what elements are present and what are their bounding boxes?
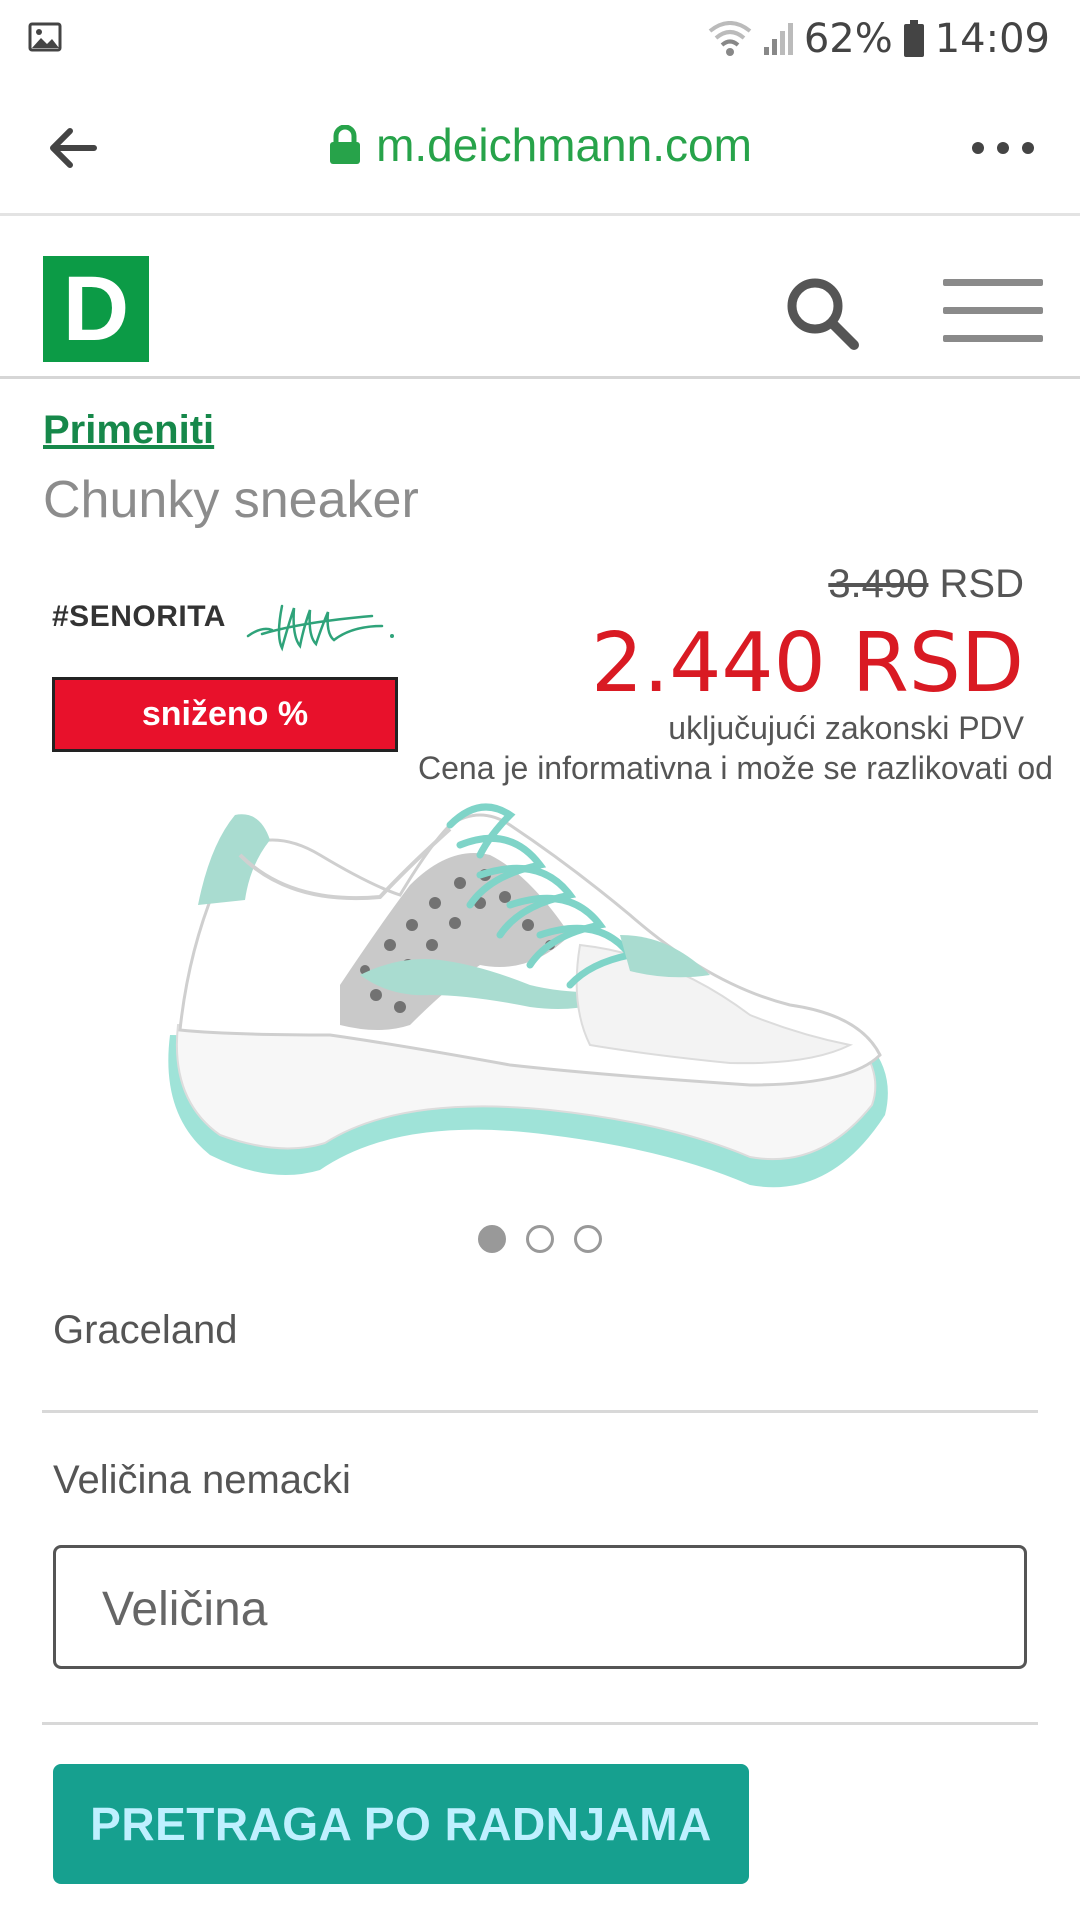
lock-icon (330, 125, 361, 164)
search-icon[interactable] (782, 273, 862, 353)
logo-letter: D (62, 258, 130, 360)
url-text: m.deichmann.com (376, 119, 752, 171)
menu-line (943, 335, 1043, 342)
deichmann-logo[interactable]: D (43, 256, 149, 362)
battery-icon (903, 20, 924, 57)
status-bar: 62% 14:09 (0, 0, 1080, 76)
battery-level: 62% (803, 16, 893, 62)
old-price-value: 3.490 (828, 562, 929, 606)
brand-mark: #SENORITA (52, 586, 402, 656)
divider (42, 1410, 1038, 1413)
image-icon (28, 22, 62, 52)
image-carousel-dots (478, 1225, 602, 1253)
new-price: 2.440 RSD (591, 616, 1024, 711)
carousel-dot[interactable] (574, 1225, 602, 1253)
signal-icon (763, 23, 793, 55)
product-image[interactable] (150, 785, 930, 1215)
price-info-note: Cena je informativna i može se razlikova… (418, 750, 1053, 786)
size-select-placeholder: Veličina (102, 1583, 268, 1636)
signature-icon (246, 604, 394, 652)
size-select[interactable]: Veličina (53, 1545, 1027, 1669)
divider (42, 1722, 1038, 1725)
carousel-dot[interactable] (526, 1225, 554, 1253)
carousel-dot[interactable] (478, 1225, 506, 1253)
store-search-button[interactable]: PRETRAGA PO RADNJAMA (53, 1764, 749, 1884)
menu-line (943, 279, 1043, 286)
sale-badge-text: sniženo % (141, 695, 309, 733)
more-icon[interactable] (970, 138, 1036, 158)
store-search-button-label: PRETRAGA PO RADNJAMA (90, 1798, 712, 1850)
clock: 14:09 (934, 16, 1050, 62)
old-price: 3.490 RSD (828, 562, 1024, 607)
brand-mark-text: #SENORITA (52, 600, 226, 633)
menu-icon[interactable] (943, 271, 1043, 347)
vat-note: uključujući zakonski PDV (668, 710, 1024, 746)
product-title: Chunky sneaker (43, 471, 419, 529)
address-bar[interactable]: m.deichmann.com (0, 118, 1080, 172)
brand-name: Graceland (53, 1308, 238, 1352)
browser-toolbar: m.deichmann.com (0, 76, 1080, 216)
old-price-currency: RSD (939, 562, 1024, 606)
menu-line (943, 307, 1043, 314)
sale-badge: sniženo % (52, 677, 398, 752)
breadcrumb-link[interactable]: Primeniti (43, 408, 214, 453)
wifi-icon (708, 21, 752, 56)
site-header: D (0, 219, 1080, 379)
size-label: Veličina nemacki (53, 1458, 351, 1502)
